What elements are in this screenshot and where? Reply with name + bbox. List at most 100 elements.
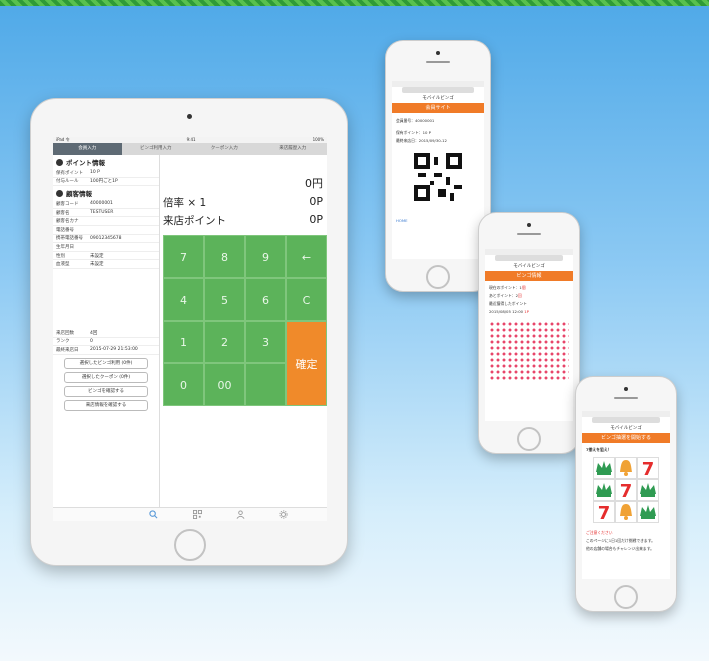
person-icon[interactable] xyxy=(236,510,245,519)
row-value: 10 P xyxy=(90,170,100,176)
member-section-header: 顧客情報 xyxy=(53,186,159,200)
row-value: 09012345678 xyxy=(90,235,122,241)
phone-bingo-screen: モバイルビンゴ ビンゴ情報 現在のポイント：1個 あとポイント：2回 最近獲得し… xyxy=(485,249,573,421)
svg-text:7: 7 xyxy=(620,481,633,500)
info-row: 保有ポイント 10 P xyxy=(53,169,159,178)
tab-bingo-input[interactable]: ビンゴ利用入力 xyxy=(122,143,191,155)
tablet-screen: iPad 令 9:41 100% 会員入力 ビンゴ利用入力 クーポン入力 来店履… xyxy=(53,137,327,521)
row-key: 電話番号 xyxy=(56,227,74,233)
info-row: 電話番号 xyxy=(53,226,159,235)
phone-lottery-screen: モバイルビンゴ ビンゴ抽選を開始する 7揃えを狙え！ 777 ご注意ください こ… xyxy=(582,411,670,579)
key-00[interactable]: 00 xyxy=(204,363,245,406)
info-row: 付与ルール 100円ごと1P xyxy=(53,178,159,187)
phone-speaker xyxy=(426,61,450,63)
line-suffix: 1P xyxy=(524,309,529,314)
key-0[interactable]: 0 xyxy=(163,363,204,406)
key-5[interactable]: 5 xyxy=(204,278,245,321)
amount-panel: 0円 倍率 × 1 0P 来店ポイント 0P 7 8 9 ← 4 5 6 C 1… xyxy=(160,155,327,507)
home-link[interactable]: HOME xyxy=(392,217,484,224)
key-confirm[interactable]: 確定 xyxy=(286,321,327,406)
slot-seven-icon: 7 xyxy=(637,457,659,479)
app-title: モバイルビンゴ xyxy=(513,264,545,269)
slot-seven-icon: 7 xyxy=(615,479,637,501)
tablet-camera xyxy=(187,114,192,119)
row-value: TESTUSER xyxy=(90,210,114,216)
slot-bell-icon xyxy=(615,457,637,479)
row-key: 血液型 xyxy=(56,262,70,268)
member-panel: ポイント情報 保有ポイント 10 P 付与ルール 100円ごと1P 顧客情報 顧客コ… xyxy=(53,155,160,507)
info-row: 来店回数 4回 xyxy=(53,329,159,338)
key-backspace[interactable]: ← xyxy=(286,235,327,278)
member-icon xyxy=(56,189,63,197)
footer-line: このページに1日1回だけ挑戦できます。 xyxy=(586,538,655,543)
page-header: 会員サイト xyxy=(392,103,484,113)
bottom-nav xyxy=(53,507,327,521)
row-value: 40000001 xyxy=(90,201,113,207)
gear-icon[interactable] xyxy=(279,510,288,519)
slot-crown-icon xyxy=(637,479,659,501)
phone-speaker xyxy=(517,233,541,235)
row-key: 顧客名 xyxy=(56,210,70,216)
phone-camera xyxy=(436,51,440,55)
qr-icon[interactable] xyxy=(193,510,202,519)
top-stripe xyxy=(0,0,709,6)
app-title: モバイルビンゴ xyxy=(610,426,642,431)
member-section-title: 顧客情報 xyxy=(66,190,92,199)
selected-coupon-button[interactable]: 選択したクーポン (0件) xyxy=(64,371,148,383)
row-value: 2015-07-29 21:53:00 xyxy=(90,347,138,353)
key-clear[interactable]: C xyxy=(286,278,327,321)
svg-text:7: 7 xyxy=(598,503,611,522)
key-9[interactable]: 9 xyxy=(245,235,286,278)
check-bingo-button[interactable]: ビンゴを確認する xyxy=(64,385,148,397)
key-2[interactable]: 2 xyxy=(204,321,245,363)
row-value: 4回 xyxy=(90,330,98,336)
lottery-intro: 7揃えを狙え！ xyxy=(586,447,612,452)
phone-home-button[interactable] xyxy=(614,585,638,609)
row-key: 性別 xyxy=(56,253,65,259)
slot-crown-icon xyxy=(593,457,615,479)
phone-bingo: モバイルビンゴ ビンゴ情報 現在のポイント：1個 あとポイント：2回 最近獲得し… xyxy=(478,212,580,454)
row-value: 未設定 xyxy=(90,253,104,259)
person-icon xyxy=(56,158,63,166)
key-1[interactable]: 1 xyxy=(163,321,204,363)
info-row: 最終来店日 2015-07-29 21:53:00 xyxy=(53,346,159,355)
row-value: 100円ごと1P xyxy=(90,179,118,185)
key-6[interactable]: 6 xyxy=(245,278,286,321)
key-7[interactable]: 7 xyxy=(163,235,204,278)
tab-member-input[interactable]: 会員入力 xyxy=(53,143,122,155)
row-value: 0 xyxy=(90,338,93,344)
lottery-result: ご注意ください xyxy=(586,530,613,535)
rate-value: 0P xyxy=(309,195,323,208)
row-key: 付与ルール xyxy=(56,179,79,185)
selected-bingo-button[interactable]: 選択したビンゴ利用 (0件) xyxy=(64,357,148,369)
rate-label: 倍率 × 1 xyxy=(163,197,207,209)
phone-camera xyxy=(624,387,628,391)
key-4[interactable]: 4 xyxy=(163,278,204,321)
current-points: 現在のポイント：1個 xyxy=(485,284,573,292)
row-key: 生年月日 xyxy=(56,244,74,250)
tablet-device: iPad 令 9:41 100% 会員入力 ビンゴ利用入力 クーポン入力 来店履… xyxy=(30,98,348,566)
tab-coupon-input[interactable]: クーポン入力 xyxy=(190,143,259,155)
member-number: 会員番号：40000001 xyxy=(396,118,435,123)
phone-lottery: モバイルビンゴ ビンゴ抽選を開始する 7揃えを狙え！ 777 ご注意ください こ… xyxy=(575,376,677,612)
point-section-header: ポイント情報 xyxy=(53,155,159,169)
phone-home-button[interactable] xyxy=(426,265,450,289)
tablet-home-button[interactable] xyxy=(174,529,206,561)
phone-home-button[interactable] xyxy=(517,427,541,451)
visit-point-value: 0P xyxy=(309,213,323,226)
check-visit-button[interactable]: 来店情報を確認する xyxy=(64,399,148,411)
page-header[interactable]: ビンゴ抽選を開始する xyxy=(582,433,670,443)
key-8[interactable]: 8 xyxy=(204,235,245,278)
row-key: ランク xyxy=(56,339,70,345)
stamp-grid xyxy=(489,321,569,381)
info-row: 顧客コード 40000001 xyxy=(53,200,159,209)
row-key: 来店回数 xyxy=(56,330,74,336)
search-icon[interactable] xyxy=(149,510,158,519)
last-visit: 最終来店日：2015/09/30-12 xyxy=(396,138,447,143)
phone-speaker xyxy=(614,397,638,399)
held-points: 保有ポイント：10 P xyxy=(396,130,431,135)
tab-visit-input[interactable]: 来店履歴入力 xyxy=(259,143,328,155)
point-section-title: ポイント情報 xyxy=(66,159,105,167)
remaining-points: あとポイント：2回 xyxy=(485,292,573,300)
key-3[interactable]: 3 xyxy=(245,321,286,363)
